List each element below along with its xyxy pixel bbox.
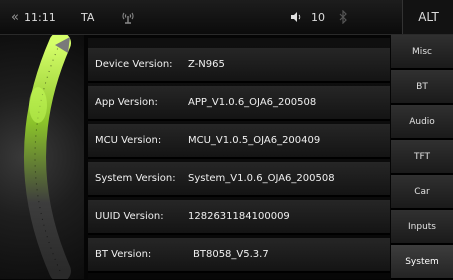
device-version-value: Z-N965 bbox=[188, 59, 225, 70]
tab-audio[interactable]: Audio bbox=[391, 105, 453, 140]
settings-tabs: Misc BT Audio TFT Car Inputs System bbox=[391, 35, 453, 280]
device-version-label: Device Version: bbox=[95, 59, 173, 70]
rotary-dial-graphic[interactable] bbox=[0, 35, 84, 279]
version-info-panel: Device Version: Z-N965 App Version: APP_… bbox=[88, 38, 390, 279]
info-row-device: Device Version: Z-N965 bbox=[88, 48, 390, 83]
info-row-system: System Version: System_V1.0.6_OJA6_20050… bbox=[88, 162, 390, 197]
info-row-app: App Version: APP_V1.0.6_OJA6_200508 bbox=[88, 86, 390, 121]
speaker-icon[interactable] bbox=[288, 0, 304, 34]
alt-button[interactable]: ALT bbox=[402, 0, 453, 34]
back-chevrons-icon[interactable]: « bbox=[6, 0, 24, 34]
clock-time: 11:11 bbox=[24, 10, 56, 24]
uuid-version-value: 1282631184100009 bbox=[188, 211, 290, 222]
uuid-version-label: UUID Version: bbox=[95, 211, 164, 222]
info-row-mcu: MCU Version: MCU_V1.0.5_OJA6_200409 bbox=[88, 124, 390, 159]
tab-bt[interactable]: BT bbox=[391, 70, 453, 105]
tab-car[interactable]: Car bbox=[391, 175, 453, 210]
app-version-label: App Version: bbox=[95, 97, 158, 108]
app-version-value: APP_V1.0.6_OJA6_200508 bbox=[188, 97, 317, 108]
bt-version-label: BT Version: bbox=[95, 249, 152, 260]
info-row-uuid: UUID Version: 1282631184100009 bbox=[88, 200, 390, 235]
tab-misc[interactable]: Misc bbox=[391, 35, 453, 70]
status-bar: « 11:11 TA 10 ALT bbox=[0, 0, 453, 35]
volume-value: 10 bbox=[311, 10, 325, 24]
tab-tft[interactable]: TFT bbox=[391, 140, 453, 175]
system-version-label: System Version: bbox=[95, 173, 176, 184]
tab-inputs[interactable]: Inputs bbox=[391, 210, 453, 245]
ta-indicator[interactable]: TA bbox=[81, 0, 94, 34]
antenna-icon bbox=[120, 0, 136, 34]
info-row-bt: BT Version: BT8058_V5.3.7 bbox=[88, 238, 390, 273]
mcu-version-label: MCU Version: bbox=[95, 135, 162, 146]
system-version-value: System_V1.0.6_OJA6_200508 bbox=[188, 173, 335, 184]
tab-system[interactable]: System bbox=[391, 245, 453, 280]
bt-version-value: BT8058_V5.3.7 bbox=[193, 249, 269, 260]
mcu-version-value: MCU_V1.0.5_OJA6_200409 bbox=[188, 135, 321, 146]
bluetooth-icon bbox=[336, 0, 350, 34]
